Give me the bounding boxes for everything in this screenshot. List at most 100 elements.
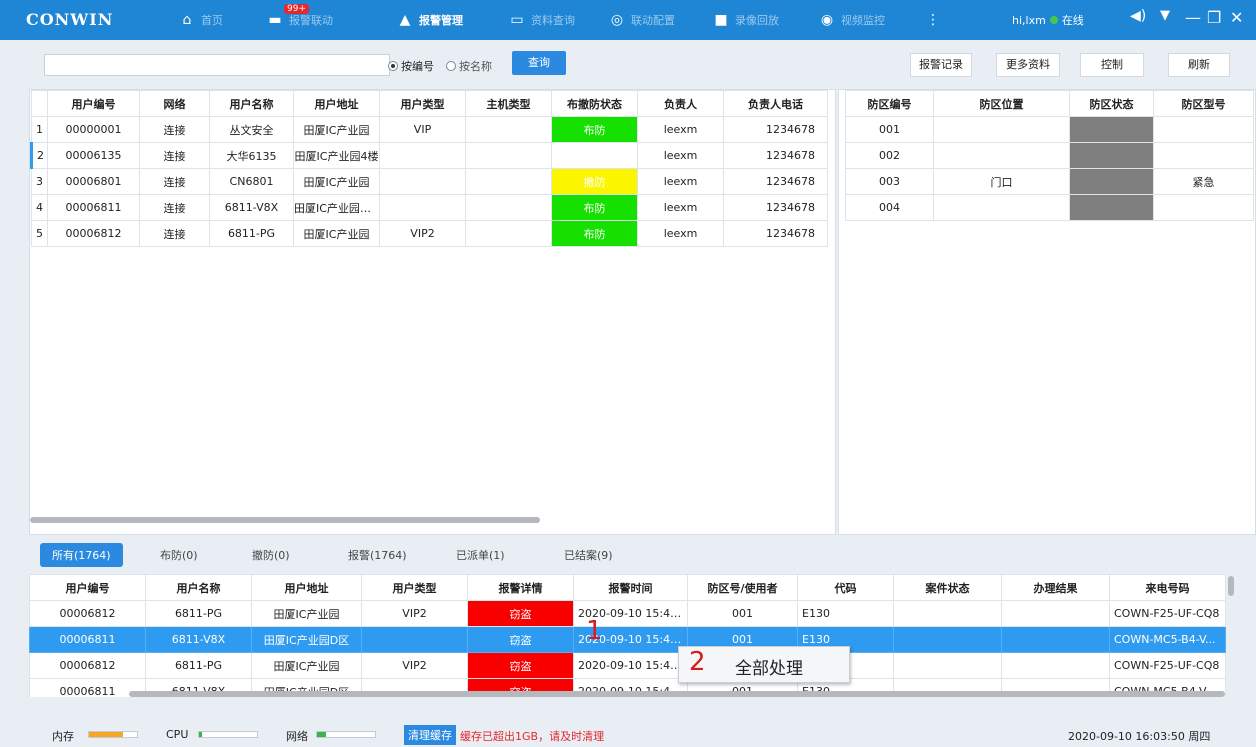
radio-by-name[interactable]: 按名称 (446, 58, 492, 74)
tab-disarmed[interactable]: 撤防(0) (252, 547, 290, 563)
column-header[interactable]: 防区位置 (933, 90, 1070, 117)
column-header[interactable]: 用户类型 (379, 90, 466, 117)
horizontal-scrollbar[interactable] (30, 517, 540, 523)
table-row[interactable]: 2 00006135 连接 大华6135 田厦IC产业园4楼 leexm 1234678 (30, 142, 828, 169)
dropdown-icon[interactable]: ▼ (1160, 8, 1170, 23)
cell-detail: 窃盗 (467, 600, 574, 627)
vertical-scrollbar[interactable] (1228, 576, 1234, 596)
tab-closed[interactable]: 已结案(9) (564, 547, 613, 563)
more-info-button[interactable]: 更多资料 (996, 53, 1060, 77)
column-header[interactable]: 用户类型 (361, 574, 468, 601)
nav-home[interactable]: ⌂ 首页 (178, 0, 223, 40)
cell-host (465, 116, 552, 143)
cell-idx: 4 (31, 194, 48, 221)
clear-cache-button[interactable]: 清理缓存 (404, 725, 456, 745)
nav-linkage-config[interactable]: ◎ 联动配置 (608, 0, 675, 40)
column-header[interactable]: 负责人 (637, 90, 724, 117)
column-header[interactable]: 用户名称 (209, 90, 294, 117)
table-row[interactable]: 5 00006812 连接 6811-PG 田厦IC产业园 VIP2 布防 leexm 1234… (31, 220, 828, 247)
table-row[interactable]: 000068116811-V8X田厦IC产业园D区窃盗2020-09-10 15… (29, 626, 1226, 653)
radio-by-number[interactable]: 按编号 (388, 58, 434, 74)
cell-id: 00006135 (47, 142, 140, 169)
tab-all[interactable]: 所有(1764) (40, 543, 123, 567)
table-row[interactable]: 1 00000001 连接 丛文安全 田厦IC产业园 VIP 布防 leexm 1234678 (31, 116, 828, 143)
cell-id: 00006812 (29, 600, 146, 627)
cell-id: 003 (845, 168, 934, 195)
column-header[interactable]: 报警时间 (573, 574, 688, 601)
volume-icon[interactable]: ◀) (1130, 8, 1146, 24)
column-header[interactable]: 办理结果 (1001, 574, 1110, 601)
cell-status (1069, 116, 1154, 143)
cell-case (893, 626, 1002, 653)
table-row[interactable]: 003 门口 紧急 (845, 168, 1254, 195)
cell-state (551, 142, 638, 169)
column-header[interactable]: 防区型号 (1153, 90, 1254, 117)
column-header[interactable]: 用户编号 (47, 90, 140, 117)
cell-idx: 1 (31, 116, 48, 143)
tab-dispatched[interactable]: 已派单(1) (456, 547, 505, 563)
nav-video-playback[interactable]: ■ 录像回放 (712, 0, 779, 40)
more-menu[interactable]: ⋮ (924, 0, 942, 40)
table-row[interactable]: 4 00006811 连接 6811-V8X 田厦IC产业园D区 布防 leexm 12346… (31, 194, 828, 221)
more-icon: ⋮ (926, 12, 940, 28)
column-header[interactable]: 来电号码 (1109, 574, 1226, 601)
cell-phone: 1234678 (723, 194, 828, 221)
cell-caller: COWN-F25-UF-CQ8 (1109, 600, 1226, 627)
search-input[interactable] (44, 54, 390, 76)
horizontal-scrollbar[interactable] (129, 691, 1225, 697)
tab-alarm[interactable]: 报警(1764) (348, 547, 407, 563)
close-icon[interactable]: ✕ (1230, 8, 1243, 27)
nav-label: 报警管理 (419, 14, 463, 27)
column-header[interactable]: 主机类型 (465, 90, 552, 117)
table-row[interactable]: 004 (845, 194, 1254, 221)
minimize-icon[interactable]: — (1185, 8, 1201, 27)
cell-addr: 田厦IC产业园 (293, 168, 380, 195)
cell-addr: 田厦IC产业园 (251, 652, 362, 679)
column-header[interactable]: 用户名称 (145, 574, 252, 601)
cell-name: 6811-V8X (145, 626, 252, 653)
column-header[interactable]: 布撤防状态 (551, 90, 638, 117)
table-row[interactable]: 001 (845, 116, 1254, 143)
column-header[interactable]: 用户编号 (29, 574, 146, 601)
column-header[interactable]: 案件状态 (893, 574, 1002, 601)
table-row[interactable]: 00006812 6811-PG 田厦IC产业园 VIP2 窃盗 2020-09-10 1… (29, 652, 1226, 679)
nav-alarm-management[interactable]: ▲ 报警管理 (396, 0, 463, 40)
cell-state: 布防 (551, 220, 638, 247)
column-header[interactable]: 防区号/使用者 (687, 574, 798, 601)
cell-time: 2020-09-10 15:47:5 (573, 652, 688, 679)
column-header[interactable]: 防区编号 (845, 90, 934, 117)
alarm-log-button[interactable]: 报警记录 (910, 53, 972, 77)
column-header[interactable]: 网络 (139, 90, 210, 117)
cell-type: VIP (379, 116, 466, 143)
radio-unchecked-icon (446, 61, 456, 71)
table-row[interactable]: 00006812 6811-PG 田厦IC产业园 VIP2 窃盗 2020-09-10 1… (29, 600, 1226, 627)
control-button[interactable]: 控制 (1080, 53, 1144, 77)
column-header[interactable]: 报警详情 (467, 574, 574, 601)
cell-type (379, 194, 466, 221)
cell-id: 00000001 (47, 116, 140, 143)
column-header[interactable]: 代码 (797, 574, 894, 601)
cell-addr: 田厦IC产业园 (251, 600, 362, 627)
nav-data-query[interactable]: ▭ 资料查询 (508, 0, 575, 40)
query-button[interactable]: 查询 (512, 51, 566, 75)
nav-video-monitor[interactable]: ◉ 视频监控 (818, 0, 885, 40)
process-all-menu-item[interactable]: 全部处理 (735, 654, 803, 679)
cell-phone: 1234678 (723, 142, 828, 169)
column-header[interactable]: 防区状态 (1069, 90, 1154, 117)
table-row[interactable]: 3 00006801 连接 CN6801 田厦IC产业园 撤防 leexm 1234678 (31, 168, 828, 195)
cell-result (1001, 626, 1110, 653)
user-name: hi,lxm (1012, 13, 1046, 27)
tab-armed[interactable]: 布防(0) (160, 547, 198, 563)
cell-type (379, 168, 466, 195)
cell-owner: leexm (637, 116, 724, 143)
column-header[interactable]: 用户地址 (251, 574, 362, 601)
restore-icon[interactable]: ❐ (1207, 8, 1221, 27)
context-menu: 2 全部处理 (678, 646, 850, 683)
cell-state: 布防 (551, 194, 638, 221)
cell-addr: 田厦IC产业园D区 (251, 626, 362, 653)
table-row[interactable]: 002 (845, 142, 1254, 169)
column-header[interactable]: 负责人电话 (723, 90, 828, 117)
cell-phone: 1234678 (723, 220, 828, 247)
column-header[interactable]: 用户地址 (293, 90, 380, 117)
refresh-button[interactable]: 刷新 (1168, 53, 1230, 77)
